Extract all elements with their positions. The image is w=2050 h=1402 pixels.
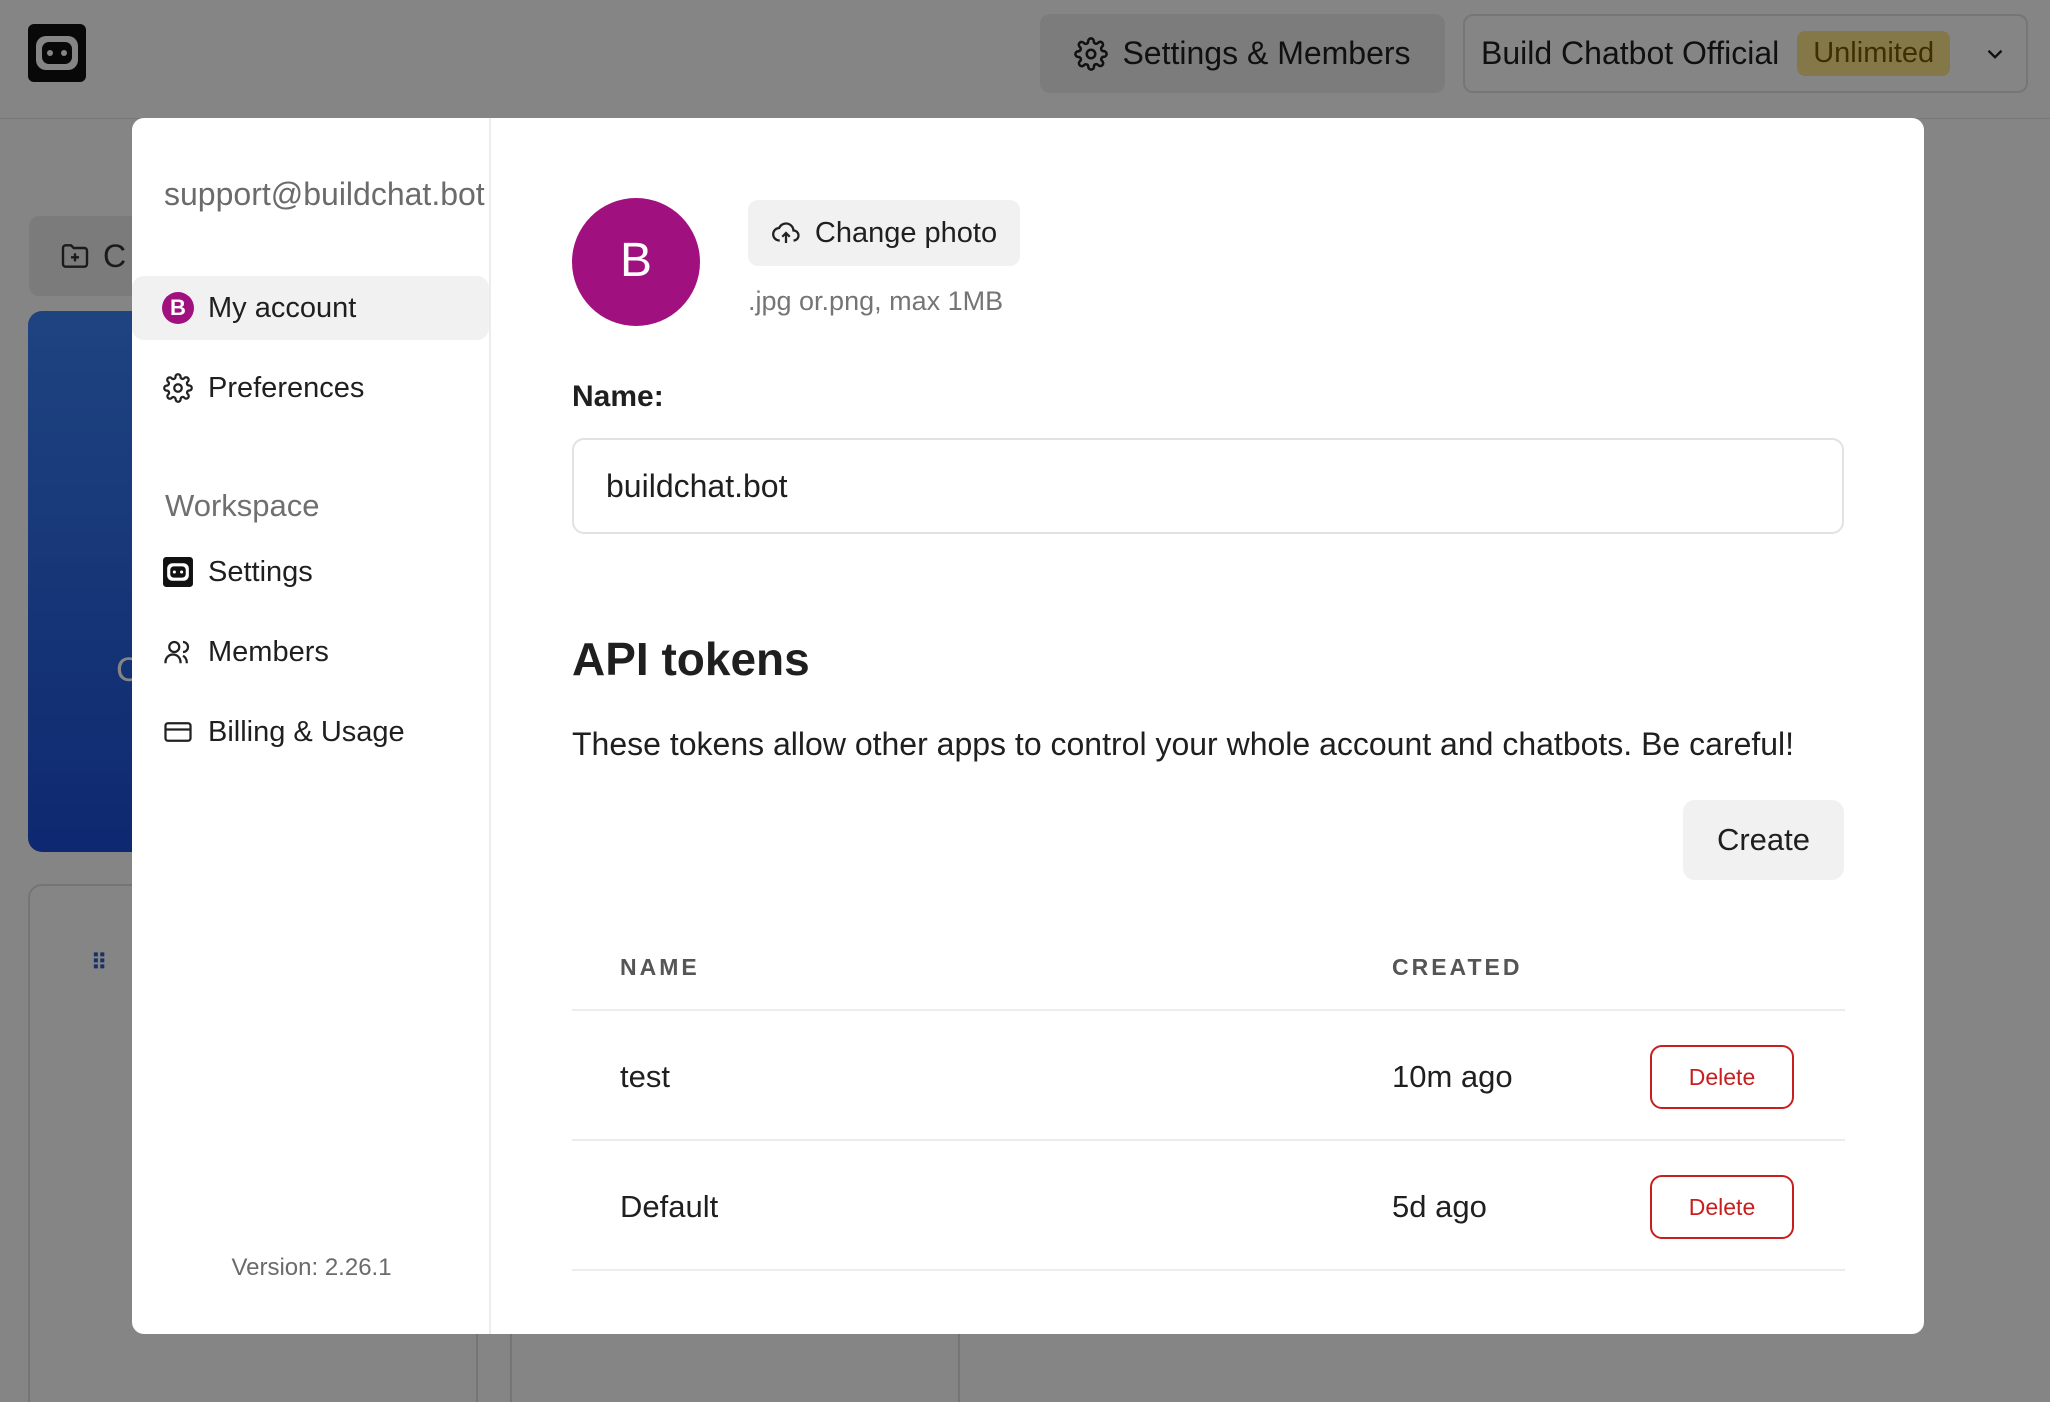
account-panel: B Change photo .jpg or.png, max 1MB Name… (491, 118, 1924, 1334)
upload-cloud-icon (771, 222, 800, 243)
token-created: 5d ago (1392, 1189, 1487, 1224)
sidebar-item-label: Settings (208, 555, 313, 588)
user-email: support@buildchat.bot (164, 176, 485, 212)
sidebar-item-label: Preferences (208, 371, 365, 404)
table-row: test 10m ago Delete (572, 1011, 1845, 1141)
sidebar-item-label: Members (208, 635, 329, 668)
sidebar-item-label: My account (208, 291, 357, 324)
sidebar-item-billing[interactable]: Billing & Usage (132, 700, 489, 764)
version-label: Version: 2.26.1 (231, 1254, 392, 1281)
delete-token-button[interactable]: Delete (1650, 1045, 1794, 1109)
api-tokens-table: NAME CREATED test 10m ago Delete Default… (572, 918, 1845, 1271)
token-name: Default (620, 1189, 719, 1224)
sidebar-item-settings[interactable]: Settings (132, 540, 489, 604)
gear-icon (162, 372, 194, 404)
bot-logo-icon (162, 556, 194, 588)
change-photo-label: Change photo (814, 216, 998, 249)
table-row: Default 5d ago Delete (572, 1141, 1845, 1271)
api-tokens-description: These tokens allow other apps to control… (572, 726, 1795, 762)
api-tokens-title: API tokens (572, 633, 810, 685)
create-token-button[interactable]: Create (1683, 800, 1844, 880)
avatar-letter: B (620, 234, 652, 287)
account-settings-modal: support@buildchat.bot B My account Prefe… (132, 118, 1924, 1334)
name-label: Name: (572, 380, 664, 413)
column-header-created: CREATED (1392, 954, 1523, 980)
workspace-heading: Workspace (165, 488, 320, 523)
sidebar-item-label: Billing & Usage (208, 715, 405, 748)
column-header-name: NAME (620, 954, 700, 980)
change-photo-button[interactable]: Change photo (748, 200, 1020, 266)
token-name: test (620, 1059, 670, 1094)
sidebar-item-preferences[interactable]: Preferences (132, 356, 489, 420)
sidebar-item-members[interactable]: Members (132, 620, 489, 684)
avatar-icon: B (162, 292, 194, 324)
name-input[interactable] (572, 438, 1844, 534)
delete-token-button[interactable]: Delete (1650, 1175, 1794, 1239)
avatar: B (572, 198, 700, 326)
users-icon (162, 636, 194, 668)
sidebar-item-my-account[interactable]: B My account (132, 276, 489, 340)
token-created: 10m ago (1392, 1059, 1513, 1094)
credit-card-icon (162, 716, 194, 748)
table-header: NAME CREATED (572, 918, 1845, 1011)
photo-hint: .jpg or.png, max 1MB (748, 286, 1004, 316)
settings-sidebar: support@buildchat.bot B My account Prefe… (132, 118, 491, 1334)
